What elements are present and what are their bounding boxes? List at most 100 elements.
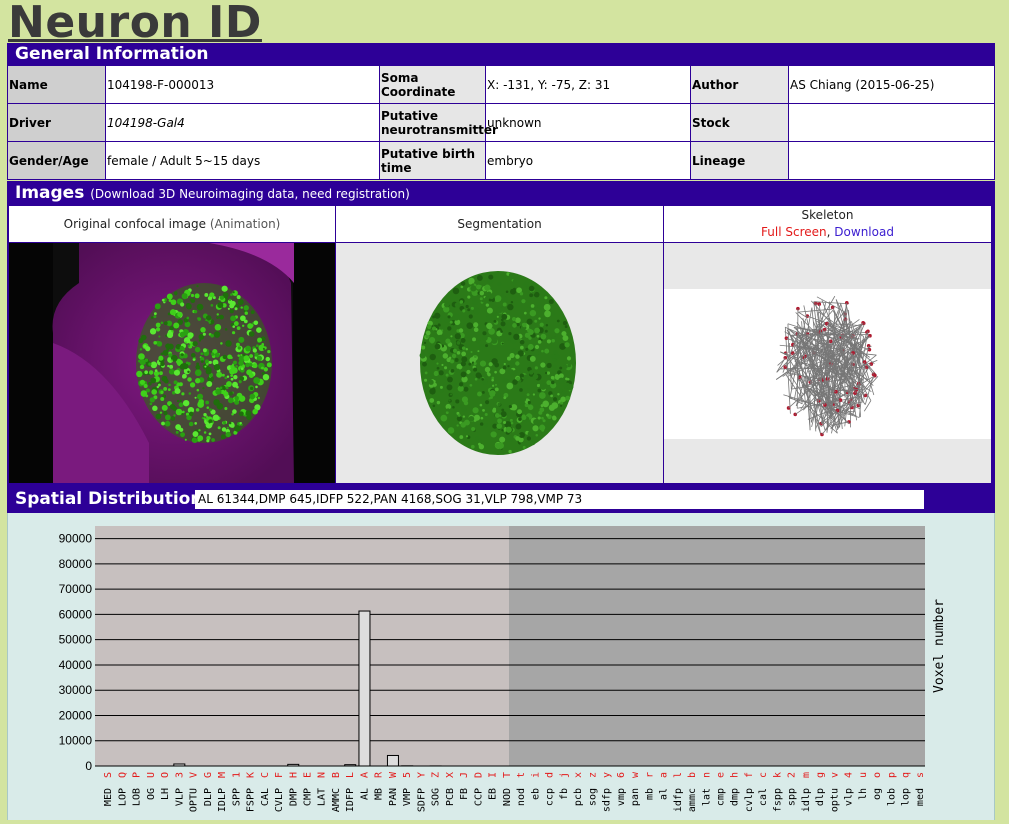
x-letter-label: x: [573, 772, 584, 778]
x-tick-label: dlp: [815, 788, 826, 806]
x-tick-label: lop: [901, 788, 912, 806]
y-tick-label: 60000: [59, 607, 93, 621]
x-letter-label: u: [858, 772, 869, 778]
x-letter-label: y: [602, 772, 613, 778]
skeleton-header: Skeleton Full Screen, Download: [664, 206, 991, 242]
skeleton-image[interactable]: [664, 243, 991, 483]
spatial-summary-field: AL 61344,DMP 645,IDFP 522,PAN 4168,SOG 3…: [195, 490, 924, 509]
segmentation-header: Segmentation: [336, 206, 663, 242]
birth-time-value: embryo: [486, 142, 691, 180]
x-tick-label: LOB: [132, 788, 143, 806]
link-separator: ,: [827, 225, 831, 239]
bar-vlp[interactable]: [174, 764, 185, 766]
x-tick-label: ammc: [687, 788, 698, 812]
x-letter-label: d: [545, 772, 556, 778]
x-letter-label: t: [516, 772, 527, 778]
x-letter-label: H: [288, 772, 299, 778]
y-tick-label: 0: [85, 759, 92, 773]
x-tick-label: idfp: [673, 788, 684, 812]
x-letter-label: R: [374, 771, 385, 778]
x-axis-labels: SMEDQLOPPLOBUOGOLH3VLPVOPTUGDLPMIDLP1SPP…: [103, 771, 926, 812]
neurotransmitter-label: Putative neurotransmitter: [380, 104, 486, 142]
x-letter-label: K: [246, 772, 257, 778]
x-tick-label: FB: [459, 788, 470, 800]
x-tick-label: vlp: [844, 788, 855, 806]
soma-coordinate-label: Soma Coordinate: [380, 66, 486, 104]
x-letter-label: p: [886, 772, 897, 778]
x-tick-label: AMMC: [331, 788, 342, 812]
bar-pan[interactable]: [387, 755, 398, 766]
bar-idfp[interactable]: [345, 765, 356, 766]
general-info-table: Name 104198-F-000013 Soma Coordinate X: …: [7, 65, 995, 180]
y-tick-label: 20000: [59, 708, 93, 722]
info-row: Gender/Age female / Adult 5~15 days Puta…: [8, 142, 995, 180]
y-tick-label: 80000: [59, 557, 93, 571]
x-letter-label: N: [317, 772, 328, 778]
bar-dmp[interactable]: [288, 764, 299, 766]
x-letter-label: w: [630, 771, 641, 778]
confocal-image[interactable]: [9, 243, 335, 483]
bar-al[interactable]: [359, 611, 370, 766]
x-tick-label: PAN: [388, 788, 399, 806]
segmentation-image[interactable]: [336, 243, 663, 483]
x-tick-label: cvlp: [744, 788, 755, 812]
confocal-image-graphic: [9, 243, 335, 483]
x-letter-label: m: [801, 772, 812, 778]
download-link[interactable]: Download: [834, 225, 894, 239]
x-letter-label: F: [274, 772, 285, 778]
voxel-bar-chart: 0100002000030000400005000060000700008000…: [8, 513, 994, 820]
x-tick-label: CCP: [473, 788, 484, 806]
soma-coordinate-value: X: -131, Y: -75, Z: 31: [486, 66, 691, 104]
x-tick-label: mb: [644, 788, 655, 800]
spatial-distribution-heading: Spatial Distribution AL 61344,DMP 645,ID…: [7, 486, 995, 513]
x-tick-label: fb: [559, 788, 570, 800]
x-letter-label: A: [359, 772, 370, 778]
x-letter-label: X: [445, 772, 456, 778]
name-value: 104198-F-000013: [106, 66, 380, 104]
x-letter-label: Y: [416, 772, 427, 778]
x-tick-label: sog: [587, 788, 598, 806]
x-letter-label: l: [673, 772, 684, 778]
x-letter-label: z: [587, 772, 598, 778]
y-tick-label: 10000: [59, 734, 93, 748]
x-tick-label: MED: [103, 788, 114, 806]
gender-age-value: female / Adult 5~15 days: [106, 142, 380, 180]
info-row: Driver 104198-Gal4 Putative neurotransmi…: [8, 104, 995, 142]
x-letter-label: M: [217, 772, 228, 778]
x-tick-label: eb: [530, 788, 541, 800]
x-letter-label: c: [758, 772, 769, 778]
y-tick-label: 40000: [59, 658, 93, 672]
x-tick-label: EB: [488, 788, 499, 800]
x-letter-label: h: [730, 772, 741, 778]
images-grid: Original confocal image (Animation) Segm…: [7, 206, 995, 486]
x-letter-label: n: [701, 772, 712, 778]
x-tick-label: IDFP: [345, 788, 356, 812]
x-letter-label: E: [303, 772, 314, 778]
skeleton-image-graphic: [664, 243, 991, 483]
chart-area: 0100002000030000400005000060000700008000…: [7, 513, 995, 820]
x-tick-label: SDFP: [416, 788, 427, 812]
stock-value: [789, 104, 995, 142]
segmentation-image-graphic: [336, 243, 663, 483]
x-tick-label: CAL: [260, 788, 271, 806]
download-3d-link[interactable]: (Download 3D Neuroimaging data, need reg…: [90, 187, 410, 201]
x-letter-label: o: [872, 772, 883, 778]
x-tick-label: fspp: [772, 788, 783, 812]
x-tick-label: LH: [160, 788, 171, 800]
x-tick-label: SOG: [431, 788, 442, 806]
y-tick-label: 30000: [59, 683, 93, 697]
x-tick-label: VMP: [402, 788, 413, 806]
animation-link[interactable]: (Animation): [210, 217, 281, 231]
driver-value: 104198-Gal4: [106, 104, 380, 142]
y-axis-ticks: 0100002000030000400005000060000700008000…: [59, 532, 93, 773]
x-tick-label: OPTU: [189, 788, 200, 812]
x-letter-label: b: [687, 772, 698, 778]
x-letter-label: 3: [174, 772, 185, 778]
x-tick-label: DLP: [203, 788, 214, 806]
full-screen-link[interactable]: Full Screen: [761, 225, 827, 239]
x-tick-label: med: [915, 788, 926, 806]
x-tick-label: cal: [758, 788, 769, 806]
x-tick-label: lh: [858, 788, 869, 800]
gender-age-label: Gender/Age: [8, 142, 106, 180]
x-tick-label: CMP: [303, 788, 314, 806]
